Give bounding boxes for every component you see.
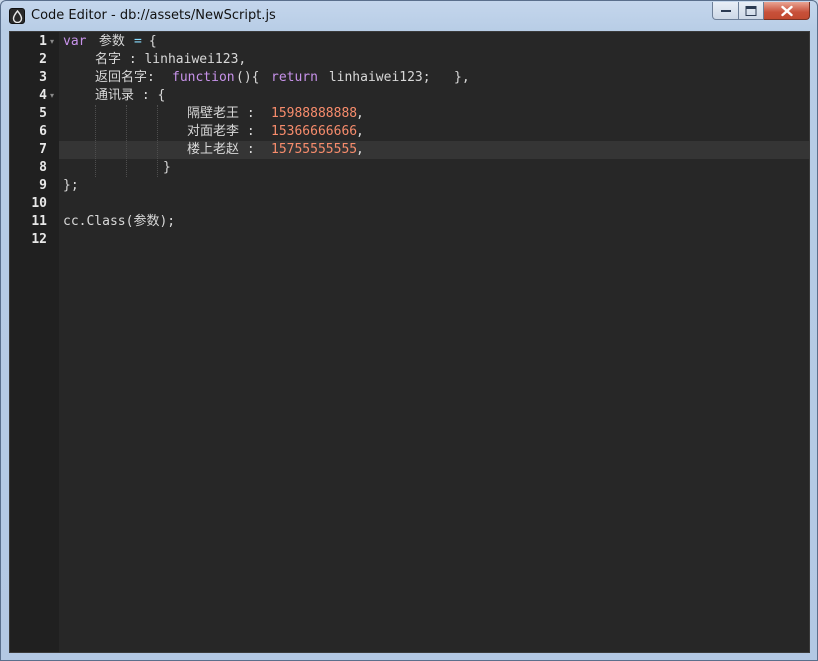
code-editor[interactable]: 1 ▾ 2 3 4 ▾ 5 6 7 8 9 10 11 12 var 参数 = {名字 : linhaiw…: [9, 31, 810, 653]
code-token: };: [63, 178, 79, 193]
line-number: 6: [39, 124, 47, 139]
cocos-logo-icon: [9, 8, 25, 24]
code-token: 15366666666: [271, 124, 358, 139]
code-token: ,: [356, 106, 364, 121]
fold-arrow-icon[interactable]: ▾: [50, 87, 58, 105]
code-token: 返回名字:: [95, 70, 163, 85]
line-number: 9: [39, 178, 47, 193]
line-number: 5: [39, 106, 47, 121]
close-icon: [780, 5, 793, 16]
code-token: 通讯录 : {: [95, 88, 166, 103]
code-editor-window: Code Editor - db://assets/NewScript.js 1…: [0, 0, 818, 661]
code-line[interactable]: 楼上老赵 : 15755555555,: [59, 141, 809, 159]
code-line[interactable]: }: [59, 159, 809, 177]
line-number: 4: [39, 88, 47, 103]
code-token: {: [141, 34, 157, 49]
code-line[interactable]: 返回名字: function(){ return linhaiwei123; }…: [59, 69, 809, 87]
code-line[interactable]: var 参数 = {: [59, 33, 809, 51]
line-number: 11: [31, 214, 47, 229]
code-token: var: [63, 34, 87, 49]
line-number: 1: [39, 34, 47, 49]
line-number: 8: [39, 160, 47, 175]
close-button[interactable]: [764, 2, 810, 20]
line-number: 7: [39, 142, 47, 157]
code-line[interactable]: 隔壁老王 : 15988888888,: [59, 105, 809, 123]
code-line[interactable]: [59, 231, 809, 249]
title-bar[interactable]: Code Editor - db://assets/NewScript.js: [1, 1, 817, 31]
line-number: 3: [39, 70, 47, 85]
indent-guide: [126, 105, 127, 177]
line-number: 2: [39, 52, 47, 67]
code-token: cc.Class(参数);: [63, 214, 176, 229]
code-token: 参数: [91, 34, 133, 49]
code-line[interactable]: 通讯录 : {: [59, 87, 809, 105]
indent-guide: [95, 105, 96, 177]
code-token: 15988888888: [271, 106, 358, 121]
fold-arrow-icon[interactable]: ▾: [50, 33, 58, 51]
code-token: 隔壁老王 :: [187, 106, 263, 121]
indent-guide: [157, 105, 158, 177]
maximize-button[interactable]: [739, 2, 764, 20]
code-token: ,: [356, 124, 364, 139]
code-token: linhaiwei123; },: [321, 70, 470, 85]
caption-buttons: [712, 2, 810, 22]
code-token: function: [172, 70, 235, 85]
code-line[interactable]: 对面老李 : 15366666666,: [59, 123, 809, 141]
code-token: 15755555555: [271, 142, 358, 157]
minimize-icon: [720, 9, 731, 12]
line-number: 12: [31, 232, 47, 247]
code-line[interactable]: [59, 195, 809, 213]
code-line[interactable]: cc.Class(参数);: [59, 213, 809, 231]
code-line[interactable]: };: [59, 177, 809, 195]
code-token: (){: [236, 70, 276, 85]
minimize-button[interactable]: [712, 2, 739, 20]
code-token: 楼上老赵 :: [187, 142, 263, 157]
line-number-gutter: 1 ▾ 2 3 4 ▾ 5 6 7 8 9 10 11 12: [10, 32, 59, 652]
code-token: 对面老李 :: [187, 124, 263, 139]
code-area[interactable]: var 参数 = {名字 : linhaiwei123, 返回名字: functi…: [59, 32, 809, 652]
line-number: 10: [31, 196, 47, 211]
code-token: ,: [356, 142, 364, 157]
code-token: 名字 : linhaiwei123,: [95, 52, 247, 67]
code-line[interactable]: 名字 : linhaiwei123,: [59, 51, 809, 69]
code-token: return: [271, 70, 318, 85]
code-token: }: [163, 160, 171, 175]
restore-icon: [745, 5, 757, 16]
window-title: Code Editor - db://assets/NewScript.js: [31, 8, 276, 23]
